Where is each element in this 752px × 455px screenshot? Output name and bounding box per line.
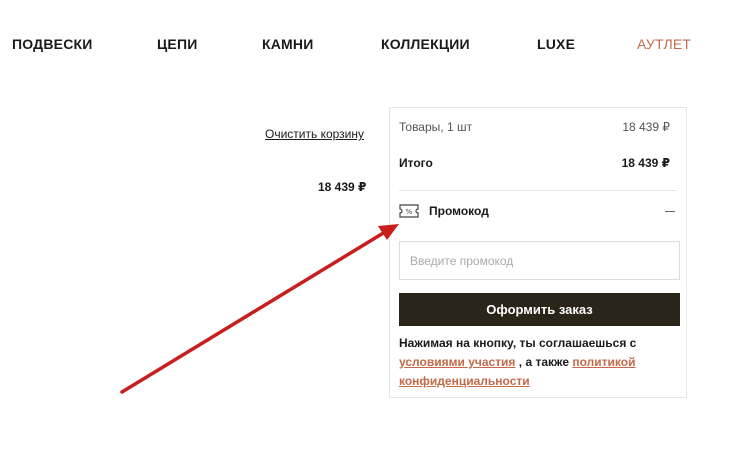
promo-code-input[interactable] xyxy=(399,241,680,280)
order-summary: Товары, 1 шт 18 439 ₽ Итого 18 439 ₽ % П… xyxy=(389,107,687,398)
goods-label: Товары, 1 шт xyxy=(399,120,473,134)
agreement-text: Нажимая на кнопку, ты соглашаешься с усл… xyxy=(399,334,684,391)
summary-divider xyxy=(399,190,677,191)
main-nav: ПОДВЕСКИ ЦЕПИ КАМНИ КОЛЛЕКЦИИ LUXE АУТЛЕ… xyxy=(0,36,752,56)
terms-link[interactable]: условиями участия xyxy=(399,355,515,369)
ticket-percent-icon: % xyxy=(399,204,419,218)
clear-cart-link[interactable]: Очистить корзину xyxy=(265,127,364,141)
checkout-button[interactable]: Оформить заказ xyxy=(399,293,680,326)
nav-item-chains[interactable]: ЦЕПИ xyxy=(157,36,198,52)
nav-item-outlet[interactable]: АУТЛЕТ xyxy=(637,36,691,52)
total-value: 18 439 ₽ xyxy=(621,156,670,170)
goods-value: 18 439 ₽ xyxy=(622,120,670,134)
total-row: Итого 18 439 ₽ xyxy=(399,156,670,170)
minus-icon[interactable] xyxy=(665,211,675,212)
cart-item-price: 18 439 ₽ xyxy=(318,180,367,194)
promo-label: Промокод xyxy=(429,204,489,218)
svg-text:%: % xyxy=(406,208,413,216)
nav-item-stones[interactable]: КАМНИ xyxy=(262,36,314,52)
nav-item-collections[interactable]: КОЛЛЕКЦИИ xyxy=(381,36,470,52)
nav-item-luxe[interactable]: LUXE xyxy=(537,36,575,52)
total-label: Итого xyxy=(399,156,433,170)
goods-row: Товары, 1 шт 18 439 ₽ xyxy=(399,120,670,134)
agreement-middle: , а также xyxy=(518,355,570,369)
promo-toggle[interactable]: % Промокод xyxy=(399,201,677,223)
nav-item-pendants[interactable]: ПОДВЕСКИ xyxy=(12,36,93,52)
agreement-lead: Нажимая на кнопку, ты соглашаешься с xyxy=(399,336,637,350)
